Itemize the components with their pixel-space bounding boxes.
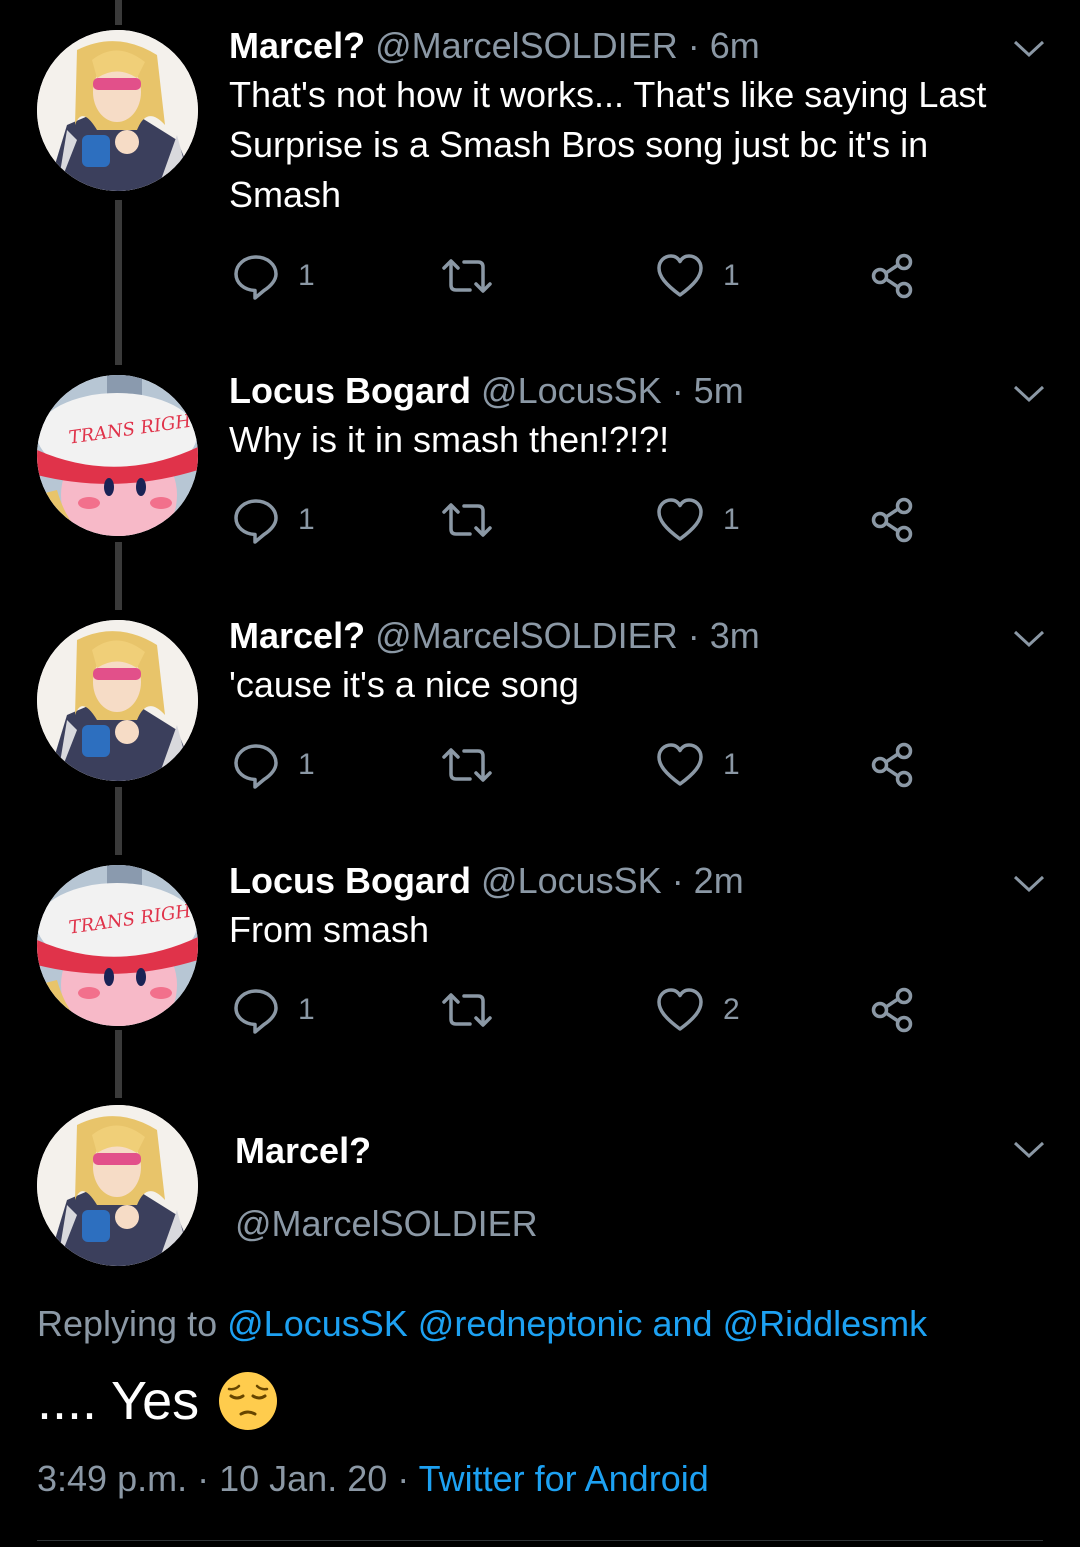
like-button[interactable]: 1 <box>655 252 740 300</box>
avatar[interactable]: TRANS RIGHTS <box>37 375 198 536</box>
share-button[interactable] <box>868 741 916 789</box>
reply-icon <box>232 986 280 1034</box>
like-count: 1 <box>723 503 740 536</box>
replying-prefix: Replying to <box>37 1303 218 1344</box>
main-author-name[interactable]: Marcel? <box>235 1130 371 1172</box>
retweet-icon <box>438 986 496 1034</box>
mention-and: and <box>652 1303 713 1344</box>
tweet-time: · 6m <box>687 25 760 66</box>
tweet-actions: 11 <box>232 741 932 789</box>
avatar[interactable] <box>37 1105 198 1266</box>
share-button[interactable] <box>868 496 916 544</box>
avatar[interactable] <box>37 30 198 191</box>
like-count: 1 <box>723 259 740 292</box>
like-button[interactable]: 1 <box>655 741 740 789</box>
like-count: 1 <box>723 748 740 781</box>
pensive-face-emoji <box>219 1372 278 1430</box>
chevron-down-icon[interactable] <box>1012 874 1046 894</box>
chevron-down-icon[interactable] <box>1012 629 1046 649</box>
tweet-text: That's not how it works... That's like s… <box>229 74 987 215</box>
like-button[interactable]: 2 <box>655 986 740 1034</box>
tweet-source[interactable]: Twitter for Android <box>419 1458 709 1499</box>
separator: · <box>197 1458 220 1499</box>
like-count: 2 <box>723 993 740 1026</box>
retweet-icon <box>438 741 496 789</box>
author-name[interactable]: Locus Bogard <box>229 860 471 901</box>
reply-icon <box>232 252 280 300</box>
tweet-time: · 2m <box>671 860 744 901</box>
thread-line <box>115 0 122 25</box>
avatar[interactable] <box>37 620 198 781</box>
share-icon <box>868 252 916 300</box>
retweet-button[interactable] <box>438 496 496 544</box>
retweet-button[interactable] <box>438 741 496 789</box>
tweet-time: 3:49 p.m. <box>37 1458 188 1499</box>
reply-count: 1 <box>298 993 315 1026</box>
like-icon <box>655 496 705 544</box>
thread-line <box>115 1030 122 1098</box>
tweet-header: Marcel? @MarcelSOLDIER · 3m <box>229 615 760 657</box>
like-icon <box>655 252 705 300</box>
like-icon <box>655 986 705 1034</box>
share-icon <box>868 496 916 544</box>
mention-link[interactable]: @redneptonic <box>418 1303 643 1344</box>
chevron-down-icon[interactable] <box>1012 384 1046 404</box>
mention-link[interactable]: @Riddlesmk <box>723 1303 928 1344</box>
reply-count: 1 <box>298 503 315 536</box>
reply-button[interactable]: 1 <box>232 252 315 300</box>
tweet-header: Locus Bogard @LocusSK · 2m <box>229 860 744 902</box>
chevron-down-icon[interactable] <box>1012 1140 1046 1160</box>
reply-button[interactable]: 1 <box>232 741 315 789</box>
tweet-time: · 3m <box>687 615 760 656</box>
chevron-down-icon[interactable] <box>1012 39 1046 59</box>
like-button[interactable]: 1 <box>655 496 740 544</box>
tweet-footer: 3:49 p.m. · 10 Jan. 20 · Twitter for And… <box>37 1458 709 1500</box>
tweet-header: Locus Bogard @LocusSK · 5m <box>229 370 744 412</box>
author-name[interactable]: Marcel? <box>229 615 365 656</box>
main-tweet-body: .... Yes <box>37 1371 200 1431</box>
retweet-icon <box>438 496 496 544</box>
tweet-actions: 11 <box>232 252 932 300</box>
author-name[interactable]: Marcel? <box>229 25 365 66</box>
reply-icon <box>232 741 280 789</box>
avatar[interactable]: TRANS RIGHTS <box>37 865 198 1026</box>
main-tweet-text: .... Yes <box>37 1370 279 1432</box>
share-button[interactable] <box>868 986 916 1034</box>
author-handle[interactable]: @MarcelSOLDIER <box>375 615 678 656</box>
tweet-time: · 5m <box>671 370 744 411</box>
retweet-button[interactable] <box>438 986 496 1034</box>
tweet-header: Marcel? @MarcelSOLDIER · 6m <box>229 25 760 67</box>
reply-button[interactable]: 1 <box>232 986 315 1034</box>
tweet-actions: 11 <box>232 496 932 544</box>
separator: · <box>397 1458 419 1499</box>
share-icon <box>868 741 916 789</box>
divider <box>37 1540 1043 1541</box>
thread-line <box>115 542 122 610</box>
reply-count: 1 <box>298 748 315 781</box>
reply-icon <box>232 496 280 544</box>
thread-line <box>115 787 122 855</box>
author-handle[interactable]: @LocusSK <box>481 370 662 411</box>
share-button[interactable] <box>868 252 916 300</box>
author-handle[interactable]: @MarcelSOLDIER <box>375 25 678 66</box>
tweet-text: 'cause it's a nice song <box>229 664 579 705</box>
tweet-date: 10 Jan. 20 <box>219 1458 388 1499</box>
mention-link[interactable]: @LocusSK <box>227 1303 408 1344</box>
thread-line <box>115 200 122 365</box>
tweet-text: Why is it in smash then!?!?! <box>229 419 670 460</box>
share-icon <box>868 986 916 1034</box>
tweet-text: From smash <box>229 909 430 950</box>
reply-button[interactable]: 1 <box>232 496 315 544</box>
replying-to: Replying to @LocusSK @redneptonic and @R… <box>37 1303 927 1345</box>
author-handle[interactable]: @LocusSK <box>481 860 662 901</box>
author-name[interactable]: Locus Bogard <box>229 370 471 411</box>
main-author-handle[interactable]: @MarcelSOLDIER <box>235 1203 538 1245</box>
retweet-button[interactable] <box>438 252 496 300</box>
tweet-actions: 12 <box>232 986 932 1034</box>
retweet-icon <box>438 252 496 300</box>
reply-count: 1 <box>298 259 315 292</box>
like-icon <box>655 741 705 789</box>
